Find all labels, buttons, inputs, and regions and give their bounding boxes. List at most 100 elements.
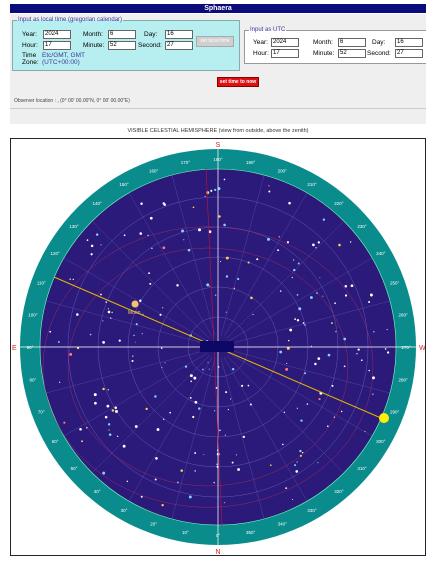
star [145, 407, 148, 411]
star [296, 294, 299, 296]
star [110, 317, 112, 319]
zenith-marker [200, 341, 234, 352]
star [269, 464, 272, 467]
star [225, 275, 229, 278]
star [104, 415, 108, 419]
set-local-time-button[interactable]: set local time [196, 36, 234, 47]
set-time-to-now-button[interactable]: set time to now [217, 77, 259, 87]
star [373, 331, 375, 333]
utc-time-legend: Input as UTC [250, 27, 286, 33]
utc-day-input[interactable]: 16 [395, 38, 423, 47]
star [107, 308, 109, 310]
star [190, 380, 192, 383]
utc-hour-input[interactable]: 17 [271, 49, 299, 58]
star [115, 410, 118, 413]
star [331, 384, 334, 387]
star [225, 311, 227, 313]
star [194, 452, 197, 454]
star [360, 359, 363, 362]
star [81, 440, 83, 443]
star [288, 201, 291, 205]
utc-second-input[interactable]: 27 [395, 49, 423, 58]
star [181, 229, 184, 233]
local-day-input[interactable]: 16 [165, 30, 193, 39]
azimuth-label: 180° [213, 157, 223, 162]
star [139, 232, 143, 235]
azimuth-label: 70° [38, 409, 45, 414]
azimuth-label: 80° [29, 378, 36, 383]
star [141, 333, 143, 335]
azimuth-label: 250° [390, 281, 400, 286]
azimuth-label: 60° [52, 439, 59, 444]
azimuth-label: 280° [398, 378, 408, 383]
local-month-label: Month: [83, 31, 103, 38]
local-day-label: Day: [144, 31, 158, 38]
azimuth-label: 50° [71, 466, 78, 471]
star [131, 360, 134, 363]
utc-year-input[interactable]: 2024 [271, 38, 299, 47]
cardinal-west: W [419, 345, 426, 352]
star [247, 384, 250, 387]
utc-month-input[interactable]: 6 [338, 38, 366, 47]
star [235, 454, 237, 456]
star [286, 362, 288, 364]
app-title-bar: Sphaera [10, 4, 426, 13]
star [86, 427, 88, 429]
star [72, 278, 74, 281]
azimuth-label: 40° [94, 489, 101, 494]
local-minute-input[interactable]: 52 [108, 41, 136, 50]
local-month-input[interactable]: 6 [108, 30, 136, 39]
star [237, 277, 240, 281]
azimuth-label: 100° [28, 312, 38, 317]
star [187, 248, 191, 252]
star [69, 278, 71, 280]
star [344, 294, 348, 297]
star [108, 429, 110, 431]
azimuth-label: 300° [376, 439, 386, 444]
star [302, 322, 305, 324]
azimuth-label: 190° [246, 160, 256, 165]
star [214, 294, 217, 296]
star [63, 421, 66, 424]
star [162, 202, 165, 205]
star [289, 328, 293, 332]
utc-day-label: Day: [372, 39, 386, 46]
local-hour-input[interactable]: 17 [43, 41, 71, 50]
star [79, 427, 82, 431]
star [107, 389, 109, 391]
star [219, 429, 221, 432]
star [281, 443, 284, 446]
star [69, 353, 72, 356]
star [227, 408, 229, 411]
star [116, 435, 119, 437]
star [134, 341, 136, 343]
azimuth-label: 200° [278, 168, 288, 173]
azimuth-label: 90° [27, 345, 34, 350]
azimuth-label: 10° [182, 530, 189, 535]
star [316, 292, 318, 294]
star [100, 244, 102, 246]
star [216, 463, 218, 466]
utc-minute-input[interactable]: 52 [338, 49, 366, 58]
sun-marker[interactable] [379, 413, 389, 423]
star [256, 258, 259, 261]
local-second-input[interactable]: 27 [165, 41, 193, 50]
star [322, 218, 326, 221]
star [314, 362, 317, 366]
star [322, 295, 324, 297]
star [344, 284, 348, 288]
star [169, 411, 171, 414]
utc-minute-label: Minute: [313, 50, 335, 57]
azimuth-label: 30° [121, 508, 128, 513]
local-hour-label: Hour: [22, 42, 38, 49]
star [386, 329, 388, 331]
azimuth-label: 310° [357, 466, 367, 471]
star [277, 249, 280, 252]
star [252, 313, 254, 316]
local-year-input[interactable]: 2024 [43, 30, 71, 39]
star [335, 330, 337, 333]
moon-marker[interactable] [131, 300, 139, 308]
azimuth-label: 160° [149, 168, 159, 173]
sky-map[interactable]: 0° 10° 20° 30° 40° 50° 60° 70° 80° 90° 100° 110° 120… [10, 138, 426, 556]
star [357, 348, 360, 351]
